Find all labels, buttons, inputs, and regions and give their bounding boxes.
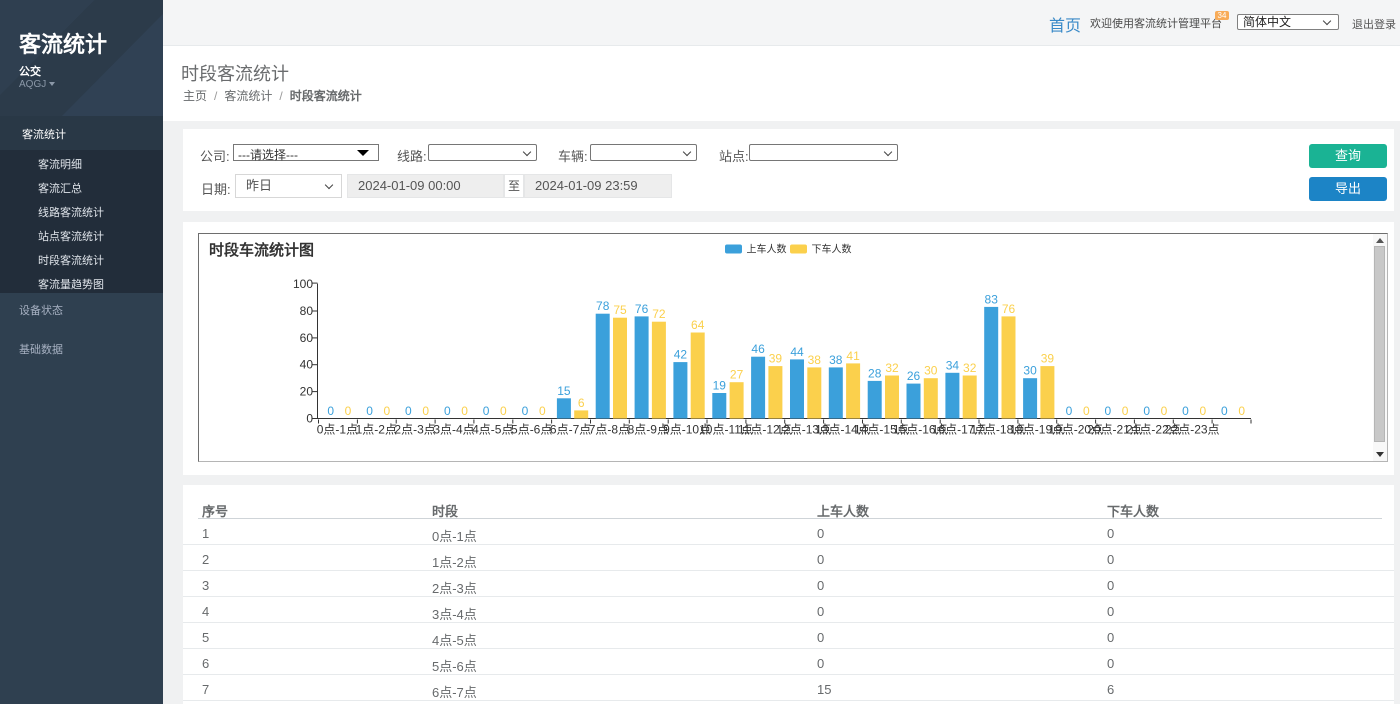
svg-text:0: 0	[1238, 404, 1245, 418]
svg-text:0: 0	[384, 404, 391, 418]
svg-text:0: 0	[1182, 404, 1189, 418]
svg-text:0: 0	[1104, 404, 1111, 418]
svg-text:75: 75	[613, 303, 627, 317]
svg-text:4点-5点: 4点-5点	[472, 423, 513, 437]
svg-text:22点-23点: 22点-23点	[1165, 423, 1220, 437]
svg-text:27: 27	[730, 368, 744, 382]
svg-text:32: 32	[885, 361, 899, 375]
svg-text:0: 0	[1161, 404, 1168, 418]
svg-text:6点-7点: 6点-7点	[550, 423, 591, 437]
svg-text:76: 76	[635, 302, 649, 316]
svg-text:41: 41	[846, 349, 860, 363]
svg-text:7点-8点: 7点-8点	[589, 423, 630, 437]
svg-text:0: 0	[1221, 404, 1228, 418]
svg-text:0: 0	[1199, 404, 1206, 418]
svg-text:30: 30	[1023, 364, 1037, 378]
svg-text:0: 0	[366, 404, 373, 418]
svg-text:0: 0	[500, 404, 507, 418]
svg-text:0: 0	[539, 404, 546, 418]
svg-text:0: 0	[405, 404, 412, 418]
svg-text:0: 0	[1143, 404, 1150, 418]
svg-text:0: 0	[1122, 404, 1129, 418]
svg-text:100: 100	[293, 277, 313, 291]
svg-text:3点-4点: 3点-4点	[433, 423, 474, 437]
svg-text:39: 39	[769, 352, 783, 366]
svg-text:83: 83	[985, 292, 999, 306]
svg-text:38: 38	[808, 353, 822, 367]
svg-text:32: 32	[963, 361, 977, 375]
svg-text:0: 0	[327, 404, 334, 418]
svg-text:80: 80	[300, 304, 314, 318]
svg-text:20: 20	[300, 385, 314, 399]
svg-text:60: 60	[300, 331, 314, 345]
svg-text:46: 46	[751, 342, 765, 356]
svg-text:上车人数: 上车人数	[747, 243, 787, 256]
svg-text:44: 44	[790, 345, 804, 359]
svg-text:0点-1点: 0点-1点	[317, 423, 358, 437]
svg-text:0: 0	[345, 404, 352, 418]
svg-text:2点-3点: 2点-3点	[394, 423, 435, 437]
svg-text:42: 42	[674, 348, 688, 362]
svg-text:30: 30	[924, 364, 938, 378]
svg-text:19: 19	[713, 379, 727, 393]
svg-text:下车人数: 下车人数	[812, 243, 852, 256]
svg-text:15: 15	[557, 384, 571, 398]
svg-text:34: 34	[946, 358, 960, 372]
svg-text:40: 40	[300, 358, 314, 372]
svg-text:0: 0	[1083, 404, 1090, 418]
svg-text:38: 38	[829, 353, 843, 367]
svg-text:1点-2点: 1点-2点	[356, 423, 397, 437]
svg-text:0: 0	[522, 404, 529, 418]
svg-text:64: 64	[691, 318, 705, 332]
svg-text:0: 0	[422, 404, 429, 418]
svg-text:0: 0	[483, 404, 490, 418]
svg-text:0: 0	[444, 404, 451, 418]
svg-text:28: 28	[868, 366, 882, 380]
svg-text:6: 6	[578, 396, 585, 410]
svg-text:72: 72	[652, 307, 666, 321]
svg-text:26: 26	[907, 369, 921, 383]
svg-text:78: 78	[596, 299, 610, 313]
svg-text:5点-6点: 5点-6点	[511, 423, 552, 437]
svg-text:0: 0	[1066, 404, 1073, 418]
svg-text:76: 76	[1002, 302, 1016, 316]
svg-text:0: 0	[461, 404, 468, 418]
svg-text:39: 39	[1041, 352, 1055, 366]
svg-text:0: 0	[306, 412, 313, 426]
